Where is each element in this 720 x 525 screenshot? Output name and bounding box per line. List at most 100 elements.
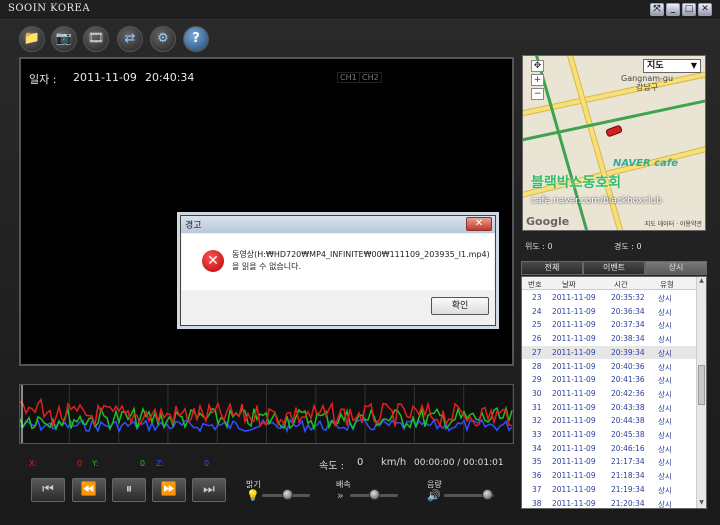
cell-no: 25 — [532, 320, 542, 330]
pause-icon: ⏸ — [125, 482, 133, 497]
cell-type: 상시 — [658, 485, 672, 495]
pan-icon[interactable]: ✥ — [531, 60, 544, 72]
dialog-title-bar: 경고 ✕ — [181, 216, 495, 233]
cell-date: 2011-11-09 — [552, 443, 596, 453]
list-item[interactable]: 33 2011-11-09 20:45:38 상시 — [522, 428, 697, 442]
settings-button[interactable]: ⚙ — [150, 26, 176, 52]
zoom-in-button[interactable]: + — [531, 74, 544, 86]
map-type-select[interactable]: 지도 ▼ — [643, 59, 701, 73]
cell-no: 33 — [532, 430, 542, 439]
cell-type: 상시 — [658, 472, 672, 482]
cell-type: 상시 — [658, 307, 672, 317]
video-date: 2011-11-09 — [73, 71, 137, 84]
pause-button[interactable]: ⏸ — [112, 478, 146, 502]
brightness-slider-handle[interactable] — [282, 489, 293, 500]
cell-date: 2011-11-09 — [552, 416, 596, 426]
list-item[interactable]: 32 2011-11-09 20:44:38 상시 — [522, 414, 697, 428]
cell-time: 21:20:34 — [611, 498, 645, 508]
rewind-icon: ⏪ — [80, 482, 98, 497]
cell-no: 26 — [532, 334, 542, 344]
column-time[interactable]: 시간 — [614, 279, 628, 290]
list-item[interactable]: 31 2011-11-09 20:43:38 상시 — [522, 401, 697, 415]
open-folder-button[interactable]: 📁 — [19, 26, 45, 52]
x-axis-value: 0 — [77, 459, 83, 468]
dialog-close-button[interactable]: ✕ — [466, 217, 492, 231]
tab-continuous[interactable]: 상시 — [645, 261, 707, 275]
column-date[interactable]: 날짜 — [562, 279, 576, 290]
map-type-value: 지도 — [647, 61, 664, 71]
list-item[interactable]: 37 2011-11-09 21:19:34 상시 — [522, 483, 697, 497]
list-item[interactable]: 27 2011-11-09 20:39:34 상시 — [522, 345, 697, 360]
g-sensor-graph[interactable] — [19, 384, 514, 444]
list-item[interactable]: 35 2011-11-09 21:17:34 상시 — [522, 455, 697, 469]
cell-type: 상시 — [658, 362, 672, 372]
watermark-url: cafe.naver.com/blackboxclub — [531, 196, 662, 206]
list-item[interactable]: 26 2011-11-09 20:38:34 상시 — [522, 332, 697, 346]
list-item[interactable]: 29 2011-11-09 20:41:36 상시 — [522, 373, 697, 387]
list-item[interactable]: 36 2011-11-09 21:18:34 상시 — [522, 469, 697, 483]
list-item[interactable]: 34 2011-11-09 20:46:16 상시 — [522, 442, 697, 456]
list-item[interactable]: 28 2011-11-09 20:40:36 상시 — [522, 360, 697, 374]
list-item[interactable]: 38 2011-11-09 21:20:34 상시 — [522, 497, 697, 509]
cell-date: 2011-11-09 — [552, 347, 596, 357]
channel-2-button[interactable]: CH2 — [359, 72, 382, 83]
watermark-korean: 블랙박스동호회 — [531, 175, 622, 191]
chevron-down-icon: ▼ — [690, 61, 697, 70]
cell-time: 21:19:34 — [611, 484, 645, 494]
date-label: 일자 : — [29, 73, 57, 86]
help-button[interactable]: ? — [183, 26, 209, 52]
rewind-button[interactable]: ⏪ — [72, 478, 106, 502]
app-title: SOOIN KOREA — [8, 3, 91, 14]
cell-no: 30 — [532, 388, 542, 398]
dialog-title: 경고 — [185, 221, 202, 231]
tab-all[interactable]: 전체 — [521, 261, 583, 275]
film-delete-icon: 🎞 — [87, 31, 105, 46]
convert-button[interactable]: ⇄ — [117, 26, 143, 52]
scroll-up-icon[interactable]: ▲ — [697, 277, 706, 286]
cell-no: 24 — [532, 306, 542, 316]
cell-date: 2011-11-09 — [552, 306, 596, 316]
cell-date: 2011-11-09 — [552, 334, 596, 344]
cell-type: 상시 — [658, 321, 672, 331]
list-scrollbar[interactable]: ▲ ▼ — [696, 277, 706, 508]
speed-rate-slider-handle[interactable] — [369, 489, 380, 500]
list-item[interactable]: 25 2011-11-09 20:37:34 상시 — [522, 318, 697, 332]
cell-date: 2011-11-09 — [552, 388, 596, 398]
help-icon: ? — [192, 31, 200, 46]
list-item[interactable]: 23 2011-11-09 20:35:32 상시 — [522, 291, 697, 305]
scroll-thumb[interactable] — [698, 365, 705, 405]
list-item[interactable]: 24 2011-11-09 20:36:34 상시 — [522, 305, 697, 319]
column-no[interactable]: 번호 — [528, 279, 542, 290]
g-sensor-plot — [20, 385, 513, 443]
column-type[interactable]: 유형 — [660, 279, 674, 290]
map-panel[interactable]: ✥ + − 지도 ▼ Gangnam-gu 강남구 NAVER cafe 블랙박… — [522, 55, 706, 231]
cell-date: 2011-11-09 — [552, 484, 596, 494]
zoom-out-button[interactable]: − — [531, 88, 544, 100]
close-button[interactable]: ✕ — [698, 3, 712, 16]
first-button[interactable]: ⏮ — [31, 478, 65, 502]
last-button[interactable]: ⏭ — [192, 478, 226, 502]
cell-time: 20:43:38 — [611, 402, 645, 412]
z-axis-label: Z: — [156, 459, 165, 468]
ok-button[interactable]: 확인 — [431, 297, 489, 315]
channel-1-button[interactable]: CH1 — [337, 72, 360, 83]
cell-type: 상시 — [658, 431, 672, 440]
volume-slider-handle[interactable] — [482, 489, 493, 500]
restore-button[interactable]: ⤧ — [650, 3, 664, 16]
forward-button[interactable]: ⏩ — [152, 478, 186, 502]
map-terms-link[interactable]: 지도 데이터 · 이용약관 — [645, 219, 702, 228]
maximize-button[interactable]: □ — [682, 3, 696, 16]
dialog-body: ✕ 동영상(H:₩HD720₩MP4_INFINITE₩00₩111109_20… — [182, 234, 494, 290]
cell-no: 29 — [532, 375, 542, 385]
scroll-down-icon[interactable]: ▼ — [697, 499, 706, 508]
snapshot-button[interactable]: 📷 — [51, 26, 77, 52]
cell-no: 34 — [532, 443, 542, 453]
list-item[interactable]: 30 2011-11-09 20:42:36 상시 — [522, 387, 697, 401]
cell-no: 27 — [532, 347, 542, 357]
map-zoom-control[interactable]: ✥ + − — [531, 60, 544, 112]
delete-video-button[interactable]: 🎞 — [83, 26, 109, 52]
tab-event[interactable]: 이벤트 — [583, 261, 645, 275]
district-name-ko: 강남구 — [635, 83, 659, 92]
minimize-button[interactable]: _ — [666, 3, 680, 16]
camera-icon: 📷 — [55, 31, 73, 46]
